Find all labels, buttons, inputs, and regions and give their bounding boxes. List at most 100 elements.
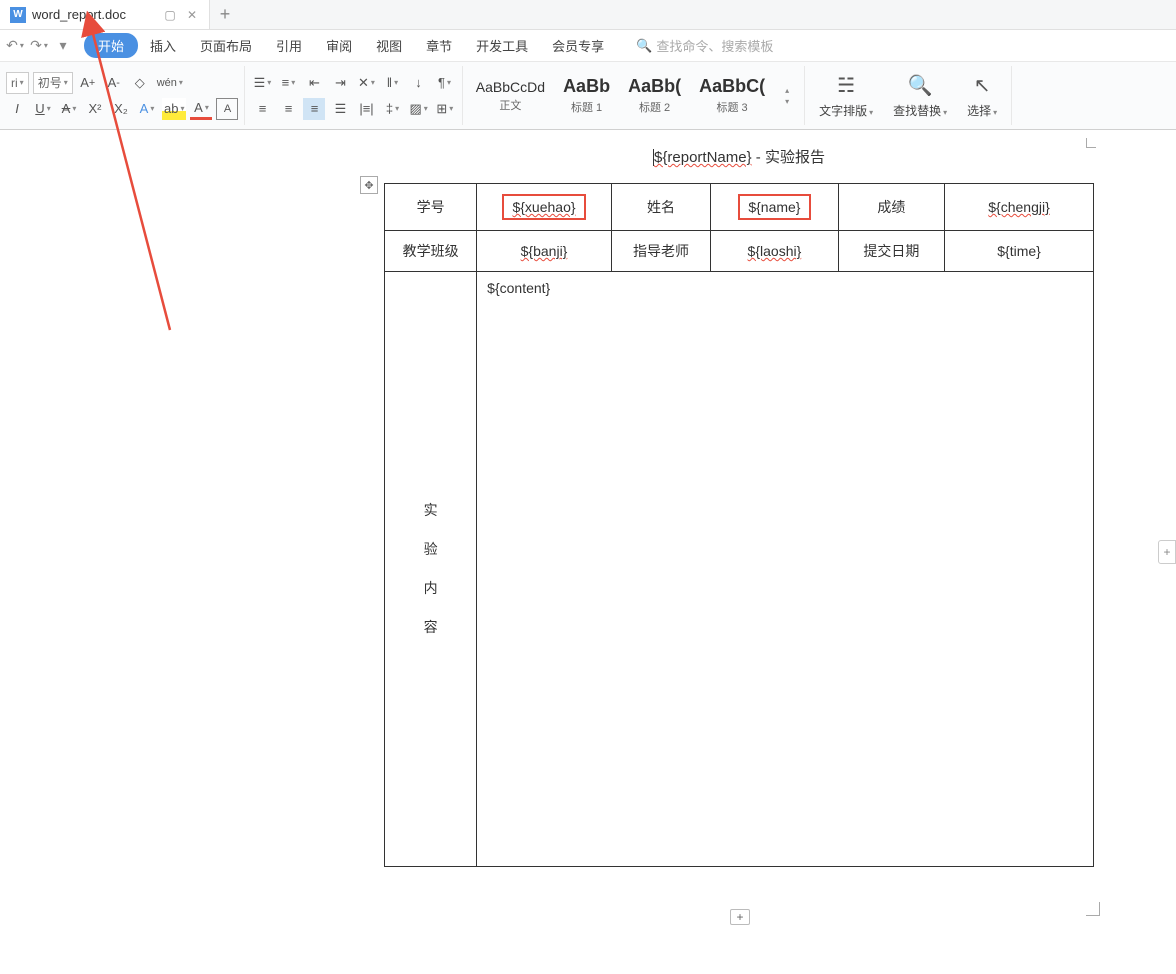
style-normal[interactable]: AaBbCcDd 正文 [469, 76, 552, 116]
search-icon: 🔍 [636, 38, 652, 54]
cell-grade-label[interactable]: 成绩 [838, 184, 944, 231]
tab-view[interactable]: 视图 [364, 32, 414, 59]
table-resize-handle[interactable] [1086, 902, 1100, 916]
close-tab-icon[interactable]: ✕ [185, 8, 199, 22]
cell-class-label[interactable]: 教学班级 [385, 231, 477, 272]
underline-button[interactable]: U▾ [32, 98, 54, 120]
select-button[interactable]: ↖ 选择▾ [959, 66, 1005, 125]
cell-name-label[interactable]: 姓名 [611, 184, 710, 231]
char-scale-button[interactable]: ✕▾ [355, 72, 377, 94]
shading-button[interactable]: ▨▾ [407, 98, 429, 120]
cell-student-id-label[interactable]: 学号 [385, 184, 477, 231]
styles-more-button[interactable]: ▴▾ [776, 85, 798, 107]
paragraph-group: ☰▾ ≡▾ ⇤ ⇥ ✕▾ ‖▾ ↓ ¶▾ ≡ ≡ ≡ ☰ |≡| ‡▾ ▨▾ ⊞… [245, 66, 462, 125]
line-spacing-button[interactable]: ‖▾ [381, 72, 403, 94]
tab-sections[interactable]: 章节 [414, 32, 464, 59]
decrease-font-button[interactable]: A- [103, 72, 125, 94]
table-row[interactable]: 教学班级 ${banji} 指导老师 ${laoshi} 提交日期 ${time… [385, 231, 1094, 272]
text-layout-icon: ☵ [837, 73, 855, 98]
char-border-button[interactable]: A [216, 98, 238, 120]
strikethrough-button[interactable]: A▾ [58, 98, 80, 120]
menu-tabs: 开始 插入 页面布局 引用 审阅 视图 章节 开发工具 会员专享 [84, 32, 616, 59]
tab-member[interactable]: 会员专享 [540, 32, 616, 59]
titlebar: W word_report.doc ▢ ✕ + [0, 0, 1176, 30]
cell-grade-value[interactable]: ${chengji} [945, 184, 1094, 231]
ribbon: ri▾ 初号▾ A+ A- ◇ wén▾ I U▾ A▾ X² X₂ A▾ ab… [0, 62, 1176, 130]
menubar: ↶▾ ↷▾ ▾ 开始 插入 页面布局 引用 审阅 视图 章节 开发工具 会员专享… [0, 30, 1176, 62]
clear-format-button[interactable]: ◇ [129, 72, 151, 94]
numbered-list-button[interactable]: ≡▾ [277, 72, 299, 94]
show-marks-button[interactable]: ¶▾ [433, 72, 455, 94]
document-title[interactable]: ${reportName} - 实验报告 [384, 140, 1094, 183]
decrease-indent-button[interactable]: ⇤ [303, 72, 325, 94]
tab-insert[interactable]: 插入 [138, 32, 188, 59]
qat-dropdown[interactable]: ▾ [52, 35, 74, 57]
present-icon[interactable]: ▢ [163, 8, 177, 22]
cell-name-value[interactable]: ${name} [711, 184, 839, 231]
document-tab[interactable]: W word_report.doc ▢ ✕ [0, 0, 210, 29]
superscript-button[interactable]: X² [84, 98, 106, 120]
tab-dev-tools[interactable]: 开发工具 [464, 32, 540, 59]
font-color-button[interactable]: A▾ [190, 98, 212, 120]
subscript-button[interactable]: X₂ [110, 98, 132, 120]
redo-button[interactable]: ↷▾ [28, 35, 50, 57]
table-row[interactable]: 学号 ${xuehao} 姓名 ${name} 成绩 ${chengji} [385, 184, 1094, 231]
report-table[interactable]: 学号 ${xuehao} 姓名 ${name} 成绩 ${chengji} 教学… [384, 183, 1094, 867]
borders-button[interactable]: ⊞▾ [434, 98, 456, 120]
new-tab-button[interactable]: + [210, 0, 240, 29]
command-search[interactable]: 🔍 查找命令、搜索模板 [636, 36, 773, 55]
line-height-button[interactable]: ‡▾ [381, 98, 403, 120]
document-area: ✥ ${reportName} - 实验报告 学号 ${xuehao} 姓名 $… [0, 130, 1176, 974]
cell-teacher-value[interactable]: ${laoshi} [711, 231, 839, 272]
tab-references[interactable]: 引用 [264, 32, 314, 59]
font-name-selector[interactable]: ri▾ [6, 72, 29, 94]
styles-group: AaBbCcDd 正文 AaBb 标题 1 AaBb( 标题 2 AaBbC( … [463, 66, 805, 125]
page-corner-mark [1086, 138, 1096, 148]
text-layout-button[interactable]: ☵ 文字排版▾ [811, 66, 881, 125]
text-effects-button[interactable]: A▾ [136, 98, 158, 120]
align-right-button[interactable]: ≡ [303, 98, 325, 120]
cell-student-id-value[interactable]: ${xuehao} [477, 184, 612, 231]
tools-group: ☵ 文字排版▾ 🔍 查找替换▾ ↖ 选择▾ [805, 66, 1012, 125]
table-row[interactable]: 实 验 内 容 ${content} [385, 272, 1094, 867]
document-page: ${reportName} - 实验报告 学号 ${xuehao} 姓名 ${n… [384, 140, 1094, 867]
tab-page-layout[interactable]: 页面布局 [188, 32, 264, 59]
quick-access-toolbar: ↶▾ ↷▾ ▾ [4, 35, 74, 57]
cell-content-label[interactable]: 实 验 内 容 [385, 272, 477, 867]
style-heading3[interactable]: AaBbC( 标题 3 [692, 73, 772, 118]
tab-review[interactable]: 审阅 [314, 32, 364, 59]
cell-date-value[interactable]: ${time} [945, 231, 1094, 272]
vertical-label: 实 验 内 容 [389, 491, 472, 648]
find-icon: 🔍 [908, 73, 933, 98]
style-heading2[interactable]: AaBb( 标题 2 [621, 73, 688, 118]
cell-class-value[interactable]: ${banji} [477, 231, 612, 272]
align-center-button[interactable]: ≡ [277, 98, 299, 120]
highlight-button[interactable]: ab▾ [162, 98, 186, 120]
phonetic-guide-button[interactable]: wén▾ [155, 72, 185, 94]
cell-content-value[interactable]: ${content} [477, 272, 1094, 867]
left-pane [0, 130, 254, 974]
cell-teacher-label[interactable]: 指导老师 [611, 231, 710, 272]
side-expand-button[interactable]: + [1158, 540, 1176, 564]
sort-button[interactable]: ↓ [407, 72, 429, 94]
document-tab-title: word_report.doc [32, 7, 155, 22]
add-row-button[interactable]: + [730, 909, 750, 925]
increase-indent-button[interactable]: ⇥ [329, 72, 351, 94]
style-heading1[interactable]: AaBb 标题 1 [556, 73, 617, 118]
cursor-icon: ↖ [974, 73, 991, 98]
tab-start[interactable]: 开始 [84, 33, 138, 58]
cell-date-label[interactable]: 提交日期 [838, 231, 944, 272]
bullet-list-button[interactable]: ☰▾ [251, 72, 273, 94]
find-replace-button[interactable]: 🔍 查找替换▾ [885, 66, 955, 125]
align-left-button[interactable]: ≡ [251, 98, 273, 120]
table-move-handle[interactable]: ✥ [360, 176, 378, 194]
search-placeholder: 查找命令、搜索模板 [656, 36, 773, 55]
font-size-selector[interactable]: 初号▾ [33, 72, 73, 94]
word-doc-icon: W [10, 7, 26, 23]
distribute-button[interactable]: |≡| [355, 98, 377, 120]
italic-button[interactable]: I [6, 98, 28, 120]
align-justify-button[interactable]: ☰ [329, 98, 351, 120]
undo-button[interactable]: ↶▾ [4, 35, 26, 57]
increase-font-button[interactable]: A+ [77, 72, 99, 94]
page-container[interactable]: ✥ ${reportName} - 实验报告 学号 ${xuehao} 姓名 $… [254, 130, 1176, 974]
